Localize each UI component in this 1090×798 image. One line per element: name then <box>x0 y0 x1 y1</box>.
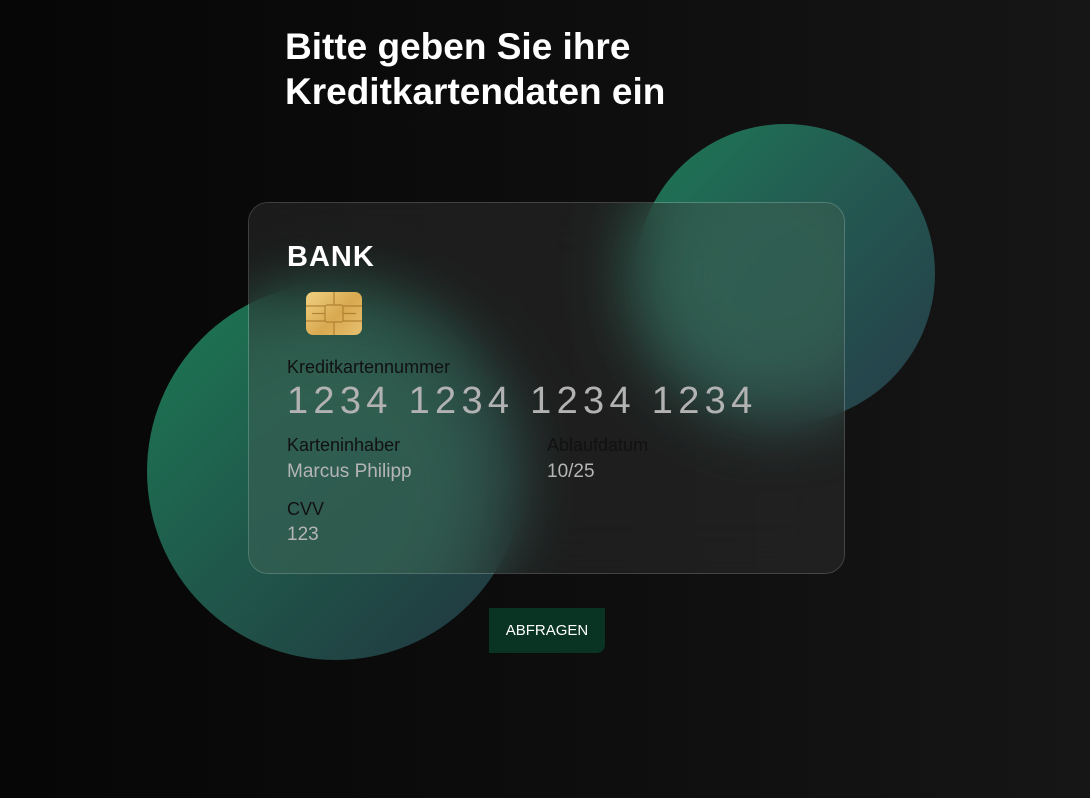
cvv-value: 123 <box>287 524 319 545</box>
card-number-value: 1234 1234 1234 1234 <box>287 380 758 422</box>
card-number-label: Kreditkartennummer <box>287 357 451 377</box>
card-holder-value: Marcus Philipp <box>287 461 412 482</box>
card-holder-label: Karteninhaber <box>287 435 401 455</box>
page-title: Bitte geben Sie ihre Kreditkartendaten e… <box>285 26 666 112</box>
credit-card: BANK Kreditkartennummer 1234 1234 1234 1… <box>248 202 845 574</box>
expiry-value: 10/25 <box>547 461 595 482</box>
cvv-label: CVV <box>287 499 325 519</box>
card-content: BANK Kreditkartennummer 1234 1234 1234 1… <box>249 203 844 573</box>
submit-button[interactable]: ABFRAGEN <box>489 608 605 653</box>
expiry-label: Ablaufdatum <box>547 435 649 455</box>
bank-name: BANK <box>287 241 375 273</box>
card-chip-icon <box>306 292 362 335</box>
